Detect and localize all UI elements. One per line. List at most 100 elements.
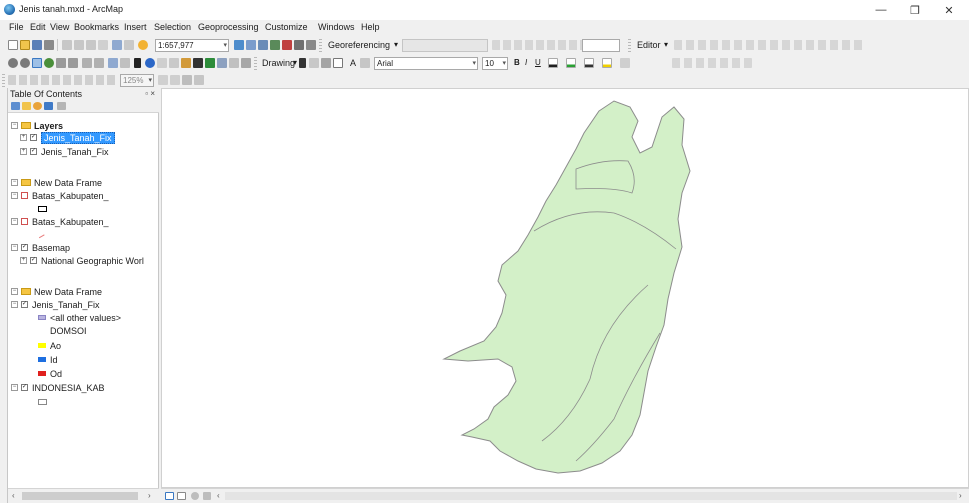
font-color-icon[interactable] <box>548 58 558 68</box>
find-route-icon[interactable] <box>205 58 215 68</box>
copy-icon[interactable] <box>74 40 84 50</box>
expand-icon[interactable]: + <box>20 134 27 141</box>
polygon-symbol-icon[interactable] <box>38 399 47 405</box>
editor-toolbar-icon[interactable] <box>234 40 244 50</box>
scroll-left-icon[interactable]: ‹ <box>217 491 220 500</box>
menu-edit[interactable]: Edit <box>30 22 46 32</box>
table-of-contents-icon[interactable] <box>246 40 256 50</box>
toc-row-layers[interactable]: − Layers <box>8 120 159 132</box>
callout-icon[interactable] <box>360 58 370 68</box>
polygon-symbol-icon[interactable] <box>38 206 47 212</box>
scroll-thumb[interactable] <box>22 492 138 500</box>
data-driven-pages-icon[interactable] <box>194 75 204 85</box>
clear-selection-icon[interactable] <box>120 58 130 68</box>
toolbar-handle[interactable] <box>628 39 631 52</box>
visibility-checkbox[interactable]: ✓ <box>30 134 37 141</box>
font-combo[interactable]: Arial ▾ <box>374 57 478 70</box>
scroll-left-icon[interactable]: ‹ <box>12 491 15 500</box>
list-by-selection-icon[interactable] <box>44 102 53 110</box>
catalog-window-icon[interactable] <box>258 40 268 50</box>
shadow-icon[interactable] <box>620 58 630 68</box>
expand-icon[interactable]: + <box>20 257 27 264</box>
toc-row-layer[interactable]: − Batas_Kabupaten_ <box>8 190 159 202</box>
undo-icon[interactable] <box>112 40 122 50</box>
paste-icon[interactable] <box>86 40 96 50</box>
collapse-icon[interactable]: − <box>11 288 18 295</box>
topology-tools-icon[interactable] <box>672 58 752 68</box>
editor-tools-icon[interactable] <box>674 40 864 50</box>
georeferencing-layer-combo[interactable] <box>402 39 488 52</box>
menu-help[interactable]: Help <box>361 22 380 32</box>
list-by-source-icon[interactable] <box>22 102 31 110</box>
restore-button[interactable]: ❐ <box>898 0 932 20</box>
layer-name[interactable]: Jenis_Tanah_Fix <box>41 146 109 158</box>
layout-tools-icon[interactable] <box>8 75 118 85</box>
redo-icon[interactable] <box>124 40 134 50</box>
refresh-icon[interactable] <box>191 492 199 500</box>
layout-view-icon[interactable] <box>177 492 186 500</box>
go-to-xy-icon[interactable] <box>217 58 227 68</box>
georeferencing-menu[interactable]: Georeferencing <box>328 40 390 50</box>
back-extent-icon[interactable] <box>82 58 92 68</box>
find-icon[interactable] <box>193 58 203 68</box>
print-icon[interactable] <box>44 40 54 50</box>
fixed-zoom-out-icon[interactable] <box>68 58 78 68</box>
drawing-select-icon[interactable] <box>299 58 306 68</box>
model-builder-icon[interactable] <box>306 40 316 50</box>
visibility-checkbox[interactable]: ✓ <box>21 244 28 251</box>
rotate-icon[interactable] <box>309 58 319 68</box>
fill-color-icon[interactable] <box>566 58 576 68</box>
rectangle-icon[interactable] <box>333 58 343 68</box>
visibility-checkbox[interactable]: ✓ <box>21 384 28 391</box>
toc-row-data-frame[interactable]: − New Data Frame <box>8 177 159 189</box>
visibility-checkbox[interactable]: ✓ <box>21 301 28 308</box>
fixed-zoom-in-icon[interactable] <box>56 58 66 68</box>
options-icon[interactable] <box>57 102 66 110</box>
toggle-draft-mode-icon[interactable] <box>158 75 168 85</box>
open-folder-icon[interactable] <box>20 40 30 50</box>
select-elements-icon[interactable] <box>134 58 141 68</box>
text-tool-button[interactable]: A <box>350 58 356 68</box>
toc-horizontal-scrollbar[interactable]: ‹ › <box>8 488 159 503</box>
symbol-swatch[interactable] <box>38 357 46 362</box>
menu-geoprocessing[interactable]: Geoprocessing <box>198 22 259 32</box>
data-view-icon[interactable] <box>165 492 174 500</box>
menu-file[interactable]: File <box>9 22 24 32</box>
map-scale-combo[interactable]: 1:657,977 ▾ <box>155 39 229 52</box>
zoom-out-icon[interactable] <box>20 58 30 68</box>
collapse-icon[interactable]: − <box>11 122 18 129</box>
symbol-swatch[interactable] <box>38 371 46 376</box>
hyperlink-icon[interactable] <box>157 58 167 68</box>
toc-row-layer[interactable]: + ✓ Jenis_Tanah_Fix <box>8 132 159 144</box>
cut-icon[interactable] <box>62 40 72 50</box>
marker-color-icon[interactable] <box>602 58 612 68</box>
delete-icon[interactable] <box>98 40 108 50</box>
basemap-label[interactable]: Basemap <box>32 242 70 254</box>
toc-row-data-frame[interactable]: − New Data Frame <box>8 286 159 298</box>
layer-name[interactable]: INDONESIA_KAB <box>32 382 105 394</box>
layer-name-selected[interactable]: Jenis_Tanah_Fix <box>41 132 115 144</box>
symbol-swatch[interactable] <box>38 315 46 320</box>
focus-data-frame-icon[interactable] <box>170 75 180 85</box>
menu-insert[interactable]: Insert <box>124 22 147 32</box>
measure-icon[interactable] <box>181 58 191 68</box>
full-extent-icon[interactable] <box>44 58 54 68</box>
toc-row-layer[interactable]: − ✓ Jenis_Tanah_Fix <box>8 299 159 311</box>
menu-bookmarks[interactable]: Bookmarks <box>74 22 119 32</box>
bold-button[interactable]: B <box>514 58 520 67</box>
toolbar-handle[interactable] <box>319 39 322 52</box>
underline-button[interactable]: U <box>535 58 541 67</box>
georef-scale-input[interactable] <box>582 39 620 52</box>
visibility-checkbox[interactable] <box>21 192 28 199</box>
editor-menu[interactable]: Editor <box>637 40 661 50</box>
pin-close-icon[interactable]: ▫ × <box>145 88 155 100</box>
toolbar-handle[interactable] <box>2 74 5 87</box>
italic-button[interactable]: I <box>525 58 527 67</box>
map-horizontal-scrollbar[interactable] <box>225 492 957 500</box>
toc-row-layer[interactable]: + ✓ National Geographic Worl <box>8 255 159 267</box>
select-features-icon[interactable] <box>108 58 118 68</box>
minimize-button[interactable]: — <box>864 0 898 20</box>
layer-name[interactable]: Jenis_Tanah_Fix <box>32 299 100 311</box>
search-window-icon[interactable] <box>270 40 280 50</box>
zoom-in-icon[interactable] <box>8 58 18 68</box>
